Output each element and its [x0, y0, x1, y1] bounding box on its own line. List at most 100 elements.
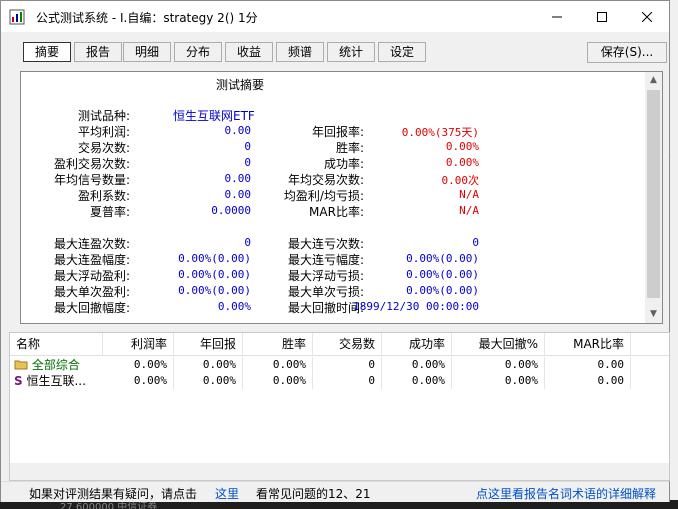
stat-value: 0.00%(0.00): [178, 268, 251, 281]
column-header-annual-return[interactable]: 年回报: [174, 333, 243, 355]
table-cell: 0.00%: [382, 357, 452, 373]
stat-label: 年均交易次数:: [287, 173, 364, 187]
stat-label: 最大浮动亏损:: [287, 269, 364, 283]
stat-value: 0.00%: [445, 140, 479, 153]
stat-label: 交易次数:: [77, 141, 130, 155]
scroll-down-icon[interactable]: ▼: [645, 306, 662, 323]
stat-label: 最大回撤幅度:: [53, 301, 130, 315]
tab-profit[interactable]: 收益: [225, 42, 273, 62]
column-header-mar-ratio[interactable]: MAR比率: [545, 333, 631, 355]
strategy-s-icon: S: [14, 374, 23, 388]
tab-distribution[interactable]: 分布: [174, 42, 222, 62]
app-icon: [9, 9, 25, 25]
stat-label: 年均信号数量:: [53, 173, 130, 187]
folder-icon: [14, 360, 28, 370]
stat-value: 0.00%: [217, 300, 251, 313]
close-button[interactable]: [624, 1, 669, 32]
row-name-all: 全部综合: [14, 357, 80, 373]
stat-value: 0.00: [224, 172, 252, 185]
title-bar[interactable]: 公式测试系统 - I.自编：strategy 2() 1分: [1, 1, 669, 32]
stat-label: 最大连亏次数:: [287, 237, 364, 251]
stat-label: 最大单次亏损:: [287, 285, 364, 299]
window-title: 公式测试系统 - I.自编：strategy 2() 1分: [36, 11, 258, 25]
faq-link[interactable]: 这里: [215, 485, 239, 502]
stat-value: 0.00%(0.00): [178, 284, 251, 297]
table-cell: 0: [313, 373, 382, 389]
table-cell: 0.00%: [452, 357, 545, 373]
stat-value: 0.00次: [441, 174, 480, 187]
stat-value: 0.00%(0.00): [406, 284, 479, 297]
stat-value: 0: [244, 140, 251, 153]
table-cell: 0.00%: [103, 357, 174, 373]
maximize-icon: [596, 11, 607, 22]
stat-value: 0.00: [224, 124, 252, 137]
results-grid: 名称 利润率 年回报 胜率 交易数 成功率 最大回撤% MAR比率 全部综合 0…: [9, 332, 670, 481]
stat-label: MAR比率:: [309, 205, 364, 219]
save-button[interactable]: 保存(S)...: [587, 42, 667, 63]
stat-label: 年回报率:: [311, 125, 364, 139]
column-header-trades[interactable]: 交易数: [313, 333, 382, 355]
stat-label: 夏普率:: [89, 205, 130, 219]
formula-test-window: 公式测试系统 - I.自编：strategy 2() 1分 摘要 报告 明细 分…: [0, 0, 670, 502]
summary-title: 测试摘要: [216, 78, 265, 92]
table-cell: 0.00%: [174, 357, 243, 373]
table-cell: 0.00%: [243, 357, 313, 373]
column-header-max-drawdown[interactable]: 最大回撤%: [452, 333, 545, 355]
glossary-link[interactable]: 点这里看报告名词术语的详细解释: [476, 485, 656, 502]
stat-label: 成功率:: [323, 157, 364, 171]
table-cell: 0.00%: [382, 373, 452, 389]
stat-label: 最大浮动盈利:: [53, 269, 130, 283]
column-header-name[interactable]: 名称: [10, 333, 103, 355]
tab-spectrum[interactable]: 频谱: [276, 42, 324, 62]
stat-label: 平均利润:: [77, 125, 130, 139]
stat-label: 最大连亏幅度:: [287, 253, 364, 267]
stat-value: 0: [472, 236, 479, 249]
maximize-button[interactable]: [579, 1, 624, 32]
column-header-profit-rate[interactable]: 利润率: [103, 333, 174, 355]
stat-label: 盈利交易次数:: [53, 157, 130, 171]
summary-scrollbar[interactable]: ▲ ▼: [645, 72, 662, 323]
table-cell: 0.00%: [103, 373, 174, 389]
tab-summary[interactable]: 摘要: [23, 42, 71, 62]
grid-header: 名称 利润率 年回报 胜率 交易数 成功率 最大回撤% MAR比率: [10, 333, 669, 356]
close-icon: [641, 11, 652, 22]
minimize-button[interactable]: [534, 1, 579, 32]
stat-label: 盈利系数:: [77, 189, 130, 203]
stat-value: 0: [244, 236, 251, 249]
stat-label: 胜率:: [335, 141, 364, 155]
status-text: 如果对评测结果有疑问，请点击: [29, 487, 198, 501]
minimize-icon: [551, 16, 562, 17]
scroll-up-icon[interactable]: ▲: [645, 72, 662, 89]
status-bar: 如果对评测结果有疑问，请点击 这里 看常见问题的12、21 点这里看报告名词术语…: [1, 481, 669, 502]
stat-value: 0.00%(375天): [401, 126, 479, 139]
stat-label: 最大连盈幅度:: [53, 253, 130, 267]
table-row[interactable]: S 恒生互联... 0.00% 0.00% 0.00% 0 0.00% 0.00…: [10, 373, 669, 389]
table-cell: 0.00: [545, 373, 631, 389]
panel-splitter[interactable]: [9, 327, 669, 331]
tab-settings[interactable]: 设定: [378, 42, 426, 62]
stat-label: 均盈利/均亏损:: [283, 189, 364, 203]
table-cell: 0.00%: [243, 373, 313, 389]
table-row[interactable]: 全部综合 0.00% 0.00% 0.00% 0 0.00% 0.00% 0.0…: [10, 357, 669, 373]
stat-value: 0.0000: [211, 204, 251, 217]
stat-value: 0.00%(0.00): [406, 252, 479, 265]
table-cell: 0.00: [545, 357, 631, 373]
stat-value: 0.00: [224, 188, 252, 201]
stat-value: 1899/12/30 00:00:00: [353, 300, 479, 313]
stat-value: N/A: [459, 204, 479, 217]
table-cell: 0.00%: [174, 373, 243, 389]
tab-statistics[interactable]: 统计: [327, 42, 375, 62]
stat-label: 测试品种:: [77, 109, 130, 123]
stat-value-symbol: 恒生互联网ETF: [173, 109, 255, 123]
tab-report[interactable]: 报告: [74, 42, 122, 62]
grid-horizontal-scrollbar[interactable]: [10, 463, 669, 480]
table-cell: 0: [313, 357, 382, 373]
stat-value: N/A: [459, 188, 479, 201]
column-header-success-rate[interactable]: 成功率: [382, 333, 452, 355]
scroll-thumb[interactable]: [647, 90, 660, 298]
tab-detail[interactable]: 明细: [123, 42, 171, 62]
status-text: 看常见问题的12、21: [256, 487, 371, 501]
column-header-win-rate[interactable]: 胜率: [243, 333, 313, 355]
row-name-symbol: S 恒生互联...: [14, 374, 86, 388]
summary-panel: 测试摘要 测试品种: 恒生互联网ETF 平均利润: 0.00 交易次数: 0 盈…: [20, 71, 663, 324]
